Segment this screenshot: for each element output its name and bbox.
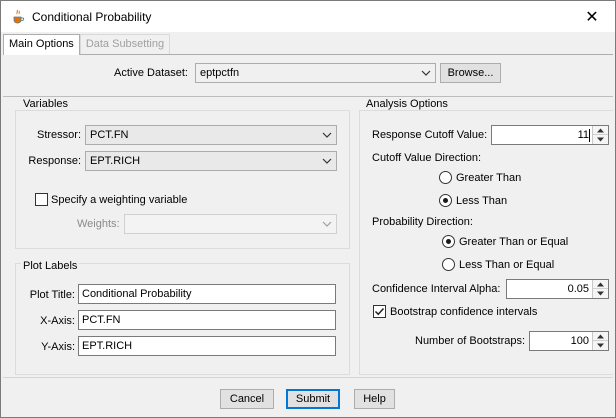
analysis-options-group-title: Analysis Options xyxy=(364,98,450,110)
close-icon: ✕ xyxy=(585,8,599,26)
chevron-down-icon xyxy=(322,132,332,138)
radio-selected-dot xyxy=(446,239,451,244)
cancel-button[interactable]: Cancel xyxy=(220,389,274,409)
plot-labels-group-title: Plot Labels xyxy=(21,260,80,272)
chevron-up-icon xyxy=(597,334,604,339)
spinner-down-button[interactable] xyxy=(593,135,608,144)
alpha-value: 0.05 xyxy=(567,283,589,295)
spinner-down-button[interactable] xyxy=(593,289,608,298)
cutoff-value: 11 xyxy=(577,129,589,141)
plot-title-field[interactable]: Conditional Probability xyxy=(78,284,336,304)
chevron-down-icon xyxy=(597,343,604,348)
plot-title-label: Plot Title: xyxy=(29,289,75,301)
spinner-arrows xyxy=(592,126,608,144)
active-dataset-combo[interactable]: eptpctfn xyxy=(195,63,436,83)
tab-data-subsetting[interactable]: Data Subsetting xyxy=(79,34,171,54)
title-bar: Conditional Probability ✕ xyxy=(1,1,615,32)
browse-button[interactable]: Browse... xyxy=(440,63,501,83)
less-than-label: Less Than xyxy=(456,195,508,207)
chevron-down-icon xyxy=(597,291,604,296)
y-axis-label: Y-Axis: xyxy=(41,341,75,353)
num-bootstraps-value: 100 xyxy=(570,335,589,347)
check-icon xyxy=(374,307,385,316)
spinner-arrows xyxy=(592,332,608,350)
alpha-spinner[interactable]: 0.05 xyxy=(506,279,609,299)
response-label: Response: xyxy=(28,155,81,167)
spinner-up-button[interactable] xyxy=(593,332,608,341)
help-button[interactable]: Help xyxy=(354,389,395,409)
header-divider xyxy=(3,96,613,97)
spinner-up-button[interactable] xyxy=(593,280,608,289)
close-button[interactable]: ✕ xyxy=(569,1,615,32)
response-combo[interactable]: EPT.RICH xyxy=(85,151,337,171)
text-caret xyxy=(589,129,590,142)
tab-strip: Main Options Data Subsetting xyxy=(3,34,171,55)
stressor-label: Stressor: xyxy=(36,129,81,141)
weighting-checkbox[interactable] xyxy=(35,193,48,206)
spinner-down-button[interactable] xyxy=(593,341,608,350)
tab-main-options[interactable]: Main Options xyxy=(3,34,80,55)
main-options-panel: Active Dataset: eptpctfn Browse... Varia… xyxy=(3,54,613,377)
java-app-icon xyxy=(10,8,26,24)
radio-greater-equal[interactable] xyxy=(442,235,455,248)
cutoff-direction-label: Cutoff Value Direction: xyxy=(372,152,482,164)
chevron-down-icon xyxy=(322,221,332,227)
stressor-combo[interactable]: PCT.FN xyxy=(85,125,337,145)
chevron-down-icon xyxy=(322,158,332,164)
active-dataset-label: Active Dataset: xyxy=(114,67,188,79)
chevron-down-icon xyxy=(597,137,604,142)
stressor-value: PCT.FN xyxy=(90,129,129,141)
radio-selected-dot xyxy=(443,198,448,203)
y-axis-field[interactable]: EPT.RICH xyxy=(78,336,336,356)
spinner-arrows xyxy=(592,280,608,298)
x-axis-label: X-Axis: xyxy=(40,315,75,327)
cutoff-label: Response Cutoff Value: xyxy=(372,129,488,141)
window-title: Conditional Probability xyxy=(32,10,152,24)
cutoff-spinner[interactable]: 11 xyxy=(491,125,609,145)
less-equal-label: Less Than or Equal xyxy=(459,259,555,271)
probability-direction-label: Probability Direction: xyxy=(372,216,473,228)
submit-button[interactable]: Submit xyxy=(286,389,340,409)
alpha-label: Confidence Interval Alpha: xyxy=(372,283,501,295)
response-value: EPT.RICH xyxy=(90,155,141,167)
bootstrap-label: Bootstrap confidence intervals xyxy=(390,306,538,318)
weighting-checkbox-label: Specify a weighting variable xyxy=(51,194,188,206)
weights-label: Weights: xyxy=(77,218,120,230)
dialog-window: Conditional Probability ✕ Main Options D… xyxy=(0,0,616,418)
greater-than-label: Greater Than xyxy=(456,172,522,184)
radio-less-than[interactable] xyxy=(439,194,452,207)
bootstrap-checkbox[interactable] xyxy=(373,305,386,318)
chevron-down-icon xyxy=(421,70,431,76)
radio-greater-than[interactable] xyxy=(439,171,452,184)
chevron-up-icon xyxy=(597,282,604,287)
num-bootstraps-label: Number of Bootstraps: xyxy=(415,335,526,347)
spinner-up-button[interactable] xyxy=(593,126,608,135)
footer-divider xyxy=(3,377,613,378)
active-dataset-value: eptpctfn xyxy=(200,67,240,79)
x-axis-field[interactable]: PCT.FN xyxy=(78,310,336,330)
weights-combo[interactable] xyxy=(124,214,337,234)
num-bootstraps-spinner[interactable]: 100 xyxy=(529,331,609,351)
radio-less-equal[interactable] xyxy=(442,258,455,271)
chevron-up-icon xyxy=(597,128,604,133)
variables-group-title: Variables xyxy=(21,98,71,110)
greater-equal-label: Greater Than or Equal xyxy=(459,236,569,248)
